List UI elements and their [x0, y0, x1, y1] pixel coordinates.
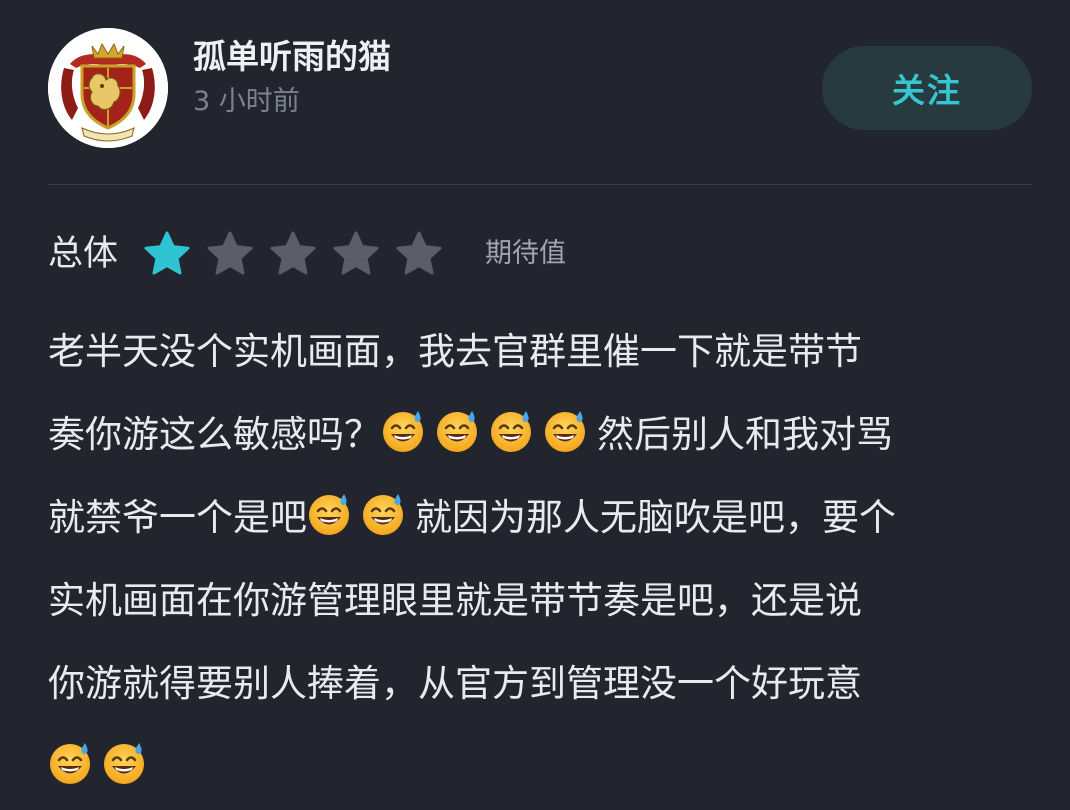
star-empty-icon	[205, 229, 255, 279]
star-rating	[142, 229, 457, 279]
review-line: 就禁爷一个是吧 就因为那人无脑吹是吧，要个	[48, 476, 1028, 559]
rating-label: 总体	[48, 234, 119, 274]
rating-tag: 期待值	[485, 238, 567, 269]
grinning-sweat-emoji-icon	[361, 491, 407, 537]
grinning-sweat-emoji-icon	[307, 491, 353, 537]
review-text-segment: 你游就得要别人捧着，从官方到管理没一个好玩意	[48, 662, 862, 705]
follow-button[interactable]: 关注	[822, 46, 1032, 130]
review-text-segment: 就因为那人无脑吹是吧，要个	[415, 496, 896, 539]
grinning-sweat-emoji-icon	[435, 408, 481, 454]
star-empty-icon	[331, 229, 381, 279]
review-text-segment: 老半天没个实机画面，我去官群里催一下就是带节	[48, 330, 862, 373]
review-line: 奏你游这么敏感吗？ 然后别人和我对骂	[48, 393, 1028, 476]
star-empty-icon	[394, 229, 444, 279]
review-line: 实机画面在你游管理眼里就是带节奏是吧，还是说	[48, 559, 1028, 642]
username[interactable]: 孤单听雨的猫	[193, 35, 391, 79]
rating-row: 总体 期待值	[48, 226, 566, 282]
grinning-sweat-emoji-icon	[48, 740, 94, 786]
grinning-sweat-emoji-icon	[102, 740, 148, 786]
review-text-segment: 然后别人和我对骂	[597, 413, 893, 456]
review-text-segment: 实机画面在你游管理眼里就是带节奏是吧，还是说	[48, 579, 862, 622]
post-time: 3 小时前	[193, 86, 300, 117]
grinning-sweat-emoji-icon	[489, 408, 535, 454]
grinning-sweat-emoji-icon	[381, 408, 427, 454]
review-text: 老半天没个实机画面，我去官群里催一下就是带节 奏你游这么敏感吗？ 然后别人和我对骂就…	[48, 310, 1028, 808]
review-text-segment: 奏你游这么敏感吗？	[48, 413, 381, 456]
star-filled-icon	[142, 229, 192, 279]
review-text-segment: 就禁爷一个是吧	[48, 496, 307, 539]
header-divider	[48, 184, 1032, 185]
avatar[interactable]	[48, 28, 168, 148]
grinning-sweat-emoji-icon	[543, 408, 589, 454]
review-line: 老半天没个实机画面，我去官群里催一下就是带节	[48, 310, 1028, 393]
review-line: 你游就得要别人捧着，从官方到管理没一个好玩意	[48, 642, 1028, 725]
gryffindor-crest-icon	[48, 28, 168, 148]
star-empty-icon	[268, 229, 318, 279]
review-line	[48, 725, 1028, 808]
review-header: 孤单听雨的猫 3 小时前 关注	[0, 0, 1070, 186]
